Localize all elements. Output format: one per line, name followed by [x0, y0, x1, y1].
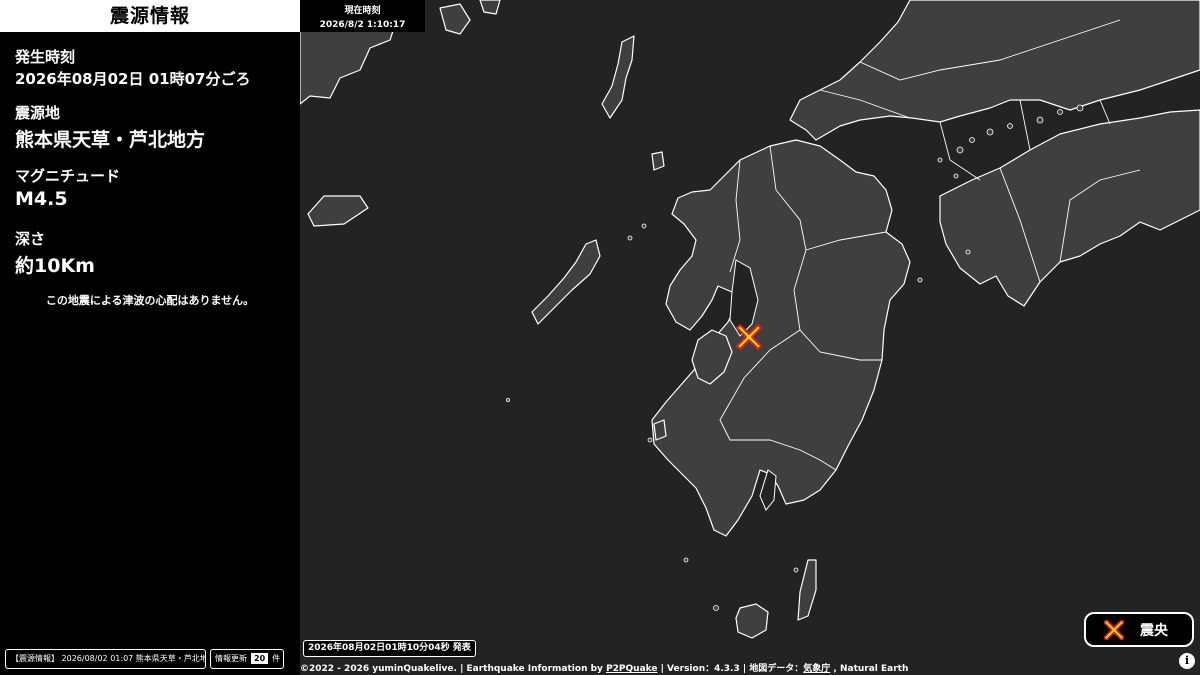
current-time-box: 現在時刻 2026/8/2 1:10:17: [300, 0, 425, 32]
occurrence-time-value: 2026年08月02日 01時07分ごろ: [15, 70, 251, 88]
legend-label: 震央: [1140, 622, 1168, 639]
iki: [651, 151, 665, 171]
copyright-text: ©2022 - 2026 yuminQuakelive.: [300, 664, 461, 674]
map-legend: 震央: [1084, 612, 1194, 647]
p2pquake-link[interactable]: P2PQuake: [606, 664, 657, 674]
credits-tail: , Natural Earth: [830, 664, 909, 674]
depth-value: 約10Km: [15, 255, 95, 277]
island: [479, 0, 501, 15]
epicenter-value: 熊本県天草・芦北地方: [15, 129, 206, 151]
magnitude-label: マグニチュード: [15, 167, 121, 185]
kagoshima-bay: [759, 469, 777, 511]
tsunami-message: この地震による津波の心配はありません。: [45, 294, 255, 307]
yakushima: [735, 603, 769, 639]
update-unit: 件: [272, 654, 281, 663]
current-time-label: 現在時刻: [344, 6, 381, 16]
epicenter-x-icon: [1104, 619, 1124, 640]
ticker-text: 【震源情報】 2026/08/02 01:07 熊本県天草・芦北地方: [11, 654, 206, 663]
shikoku: [939, 109, 1200, 307]
update-counter: 情報更新 20 件: [210, 649, 284, 669]
info-icon[interactable]: i: [1179, 653, 1195, 669]
issued-time: 2026年08月02日01時10分04秒 発表: [303, 640, 476, 657]
tsushima: [601, 35, 635, 119]
jma-link[interactable]: 気象庁: [803, 664, 830, 674]
credits: ©2022 - 2026 yuminQuakelive. | Earthquak…: [300, 661, 908, 674]
tanegashima: [797, 559, 817, 621]
japan-map: [300, 0, 1200, 639]
island: [439, 3, 471, 35]
credits-sep2: | Version：4.3.3 | 地図データ：: [657, 664, 804, 674]
island: [307, 195, 369, 227]
credits-sep1: | Earthquake Information by: [460, 664, 607, 674]
goto-islands: [531, 239, 601, 325]
map-view[interactable]: [300, 0, 1200, 675]
depth-label: 深さ: [15, 230, 46, 248]
info-ticker[interactable]: 【震源情報】 2026/08/02 01:07 熊本県天草・芦北地方: [5, 649, 206, 669]
kyushu: [651, 139, 911, 537]
magnitude-value: M4.5: [15, 188, 68, 210]
koshiki: [653, 419, 667, 441]
epicenter-label: 震源地: [15, 104, 61, 122]
occurrence-time-label: 発生時刻: [15, 48, 76, 66]
update-count: 20: [251, 653, 269, 664]
earthquake-info-panel: 震源情報 発生時刻 2026年08月02日 01時07分ごろ 震源地 熊本県天草…: [0, 0, 300, 675]
update-label: 情報更新: [215, 654, 247, 663]
panel-title: 震源情報: [0, 0, 300, 32]
current-time-value: 2026/8/2 1:10:17: [319, 20, 406, 30]
